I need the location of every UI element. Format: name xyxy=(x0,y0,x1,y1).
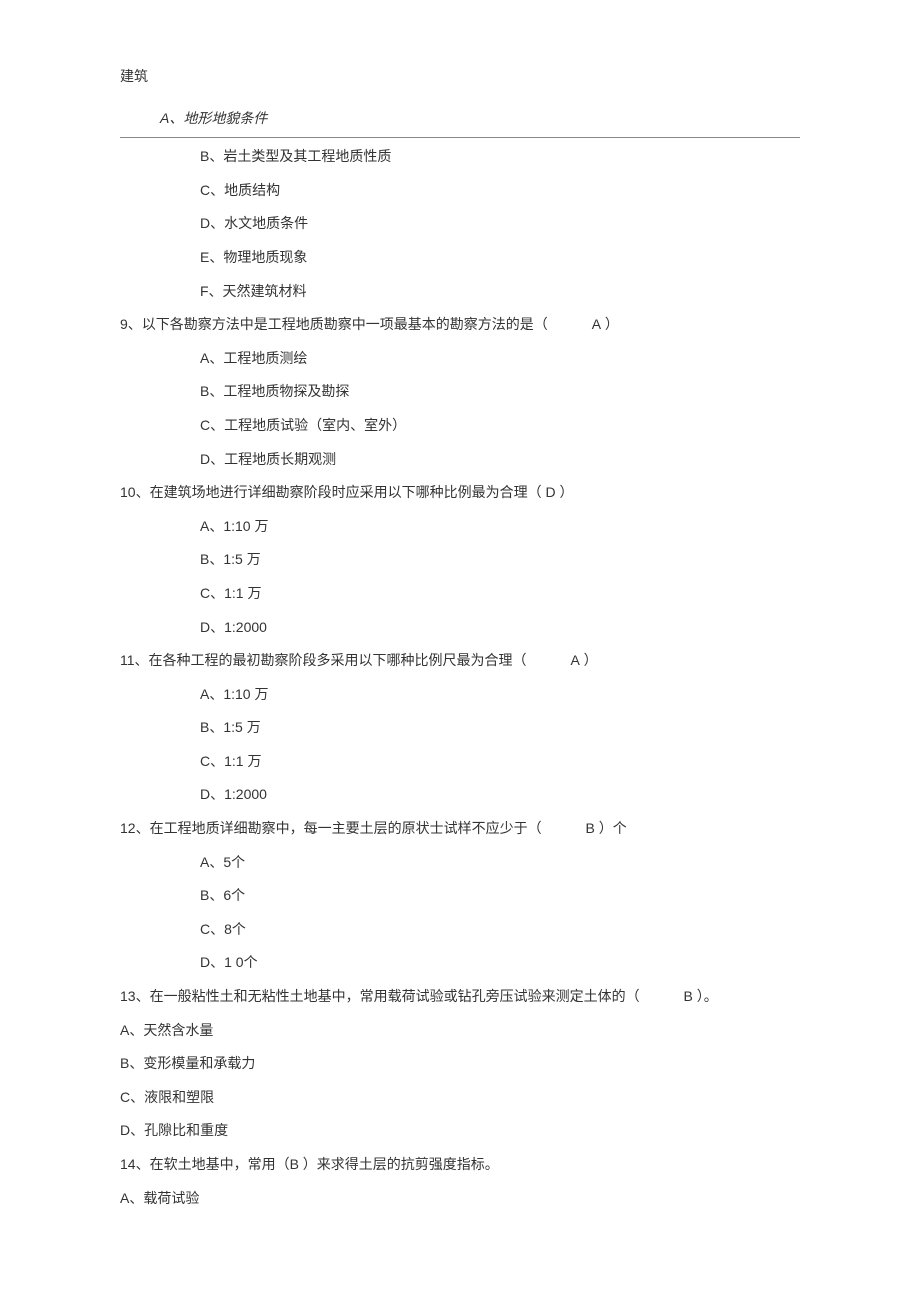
question-14: 14、在软土地基中，常用（B ）来求得土层的抗剪强度指标。 xyxy=(120,1148,800,1182)
q12-option-b: B、6个 xyxy=(120,879,800,913)
q11-answer: A xyxy=(570,652,579,668)
question-9: 9、以下各勘察方法中是工程地质勘察中一项最基本的勘察方法的是（ A ） xyxy=(120,308,800,342)
q13-answer: B xyxy=(683,988,692,1004)
q8-option-e: E、物理地质现象 xyxy=(120,241,800,275)
q9-option-d: D、工程地质长期观测 xyxy=(120,443,800,477)
q10-option-b: B、1:5 万 xyxy=(120,543,800,577)
q8-option-c: C、地质结构 xyxy=(120,174,800,208)
q12-text-after: ）个 xyxy=(599,820,627,836)
q8-option-b: B、岩土类型及其工程地质性质 xyxy=(120,140,800,174)
q9-text-before: 9、以下各勘察方法中是工程地质勘察中一项最基本的勘察方法的是（ xyxy=(120,316,548,332)
q13-option-d: D、孔隙比和重度 xyxy=(120,1114,800,1148)
q11-text-before: 11、在各种工程的最初勘察阶段多采用以下哪种比例尺最为合理（ xyxy=(120,652,527,668)
q11-text-after: ） xyxy=(584,652,598,668)
q10-option-a: A、1:10 万 xyxy=(120,510,800,544)
q13-option-a: A、天然含水量 xyxy=(120,1014,800,1048)
q12-option-c: C、8个 xyxy=(120,913,800,947)
q9-text-after: ） xyxy=(605,316,619,332)
q10-option-c: C、1:1 万 xyxy=(120,577,800,611)
q10-option-d: D、1:2000 xyxy=(120,611,800,645)
question-10: 10、在建筑场地进行详细勘察阶段时应采用以下哪种比例最为合理（ D ） xyxy=(120,476,800,510)
q8-option-a: A、地形地貌条件 xyxy=(120,102,800,136)
question-13: 13、在一般粘性土和无粘性土地基中，常用载荷试验或钻孔旁压试验来测定土体的（ B… xyxy=(120,980,800,1014)
q11-option-a: A、1:10 万 xyxy=(120,678,800,712)
q12-option-a: A、5个 xyxy=(120,846,800,880)
divider-line xyxy=(120,137,800,138)
q13-text-before: 13、在一般粘性土和无粘性土地基中，常用载荷试验或钻孔旁压试验来测定土体的（ xyxy=(120,988,640,1004)
q11-option-c: C、1:1 万 xyxy=(120,745,800,779)
q12-text-before: 12、在工程地质详细勘察中，每一主要土层的原状士试样不应少于（ xyxy=(120,820,542,836)
header-label: 建筑 xyxy=(120,60,800,94)
q9-option-a: A、工程地质测绘 xyxy=(120,342,800,376)
q11-option-d: D、1:2000 xyxy=(120,778,800,812)
q12-answer: B xyxy=(585,820,594,836)
q14-option-a: A、载荷试验 xyxy=(120,1182,800,1216)
q13-text-after: ）。 xyxy=(697,988,718,1004)
q9-answer: A xyxy=(592,316,601,332)
q13-option-b: B、变形模量和承载力 xyxy=(120,1047,800,1081)
q9-option-c: C、工程地质试验（室内、室外） xyxy=(120,409,800,443)
q8-option-d: D、水文地质条件 xyxy=(120,207,800,241)
q13-option-c: C、液限和塑限 xyxy=(120,1081,800,1115)
q12-option-d: D、1 0个 xyxy=(120,946,800,980)
q8-option-f: F、天然建筑材料 xyxy=(120,275,800,309)
q11-option-b: B、1:5 万 xyxy=(120,711,800,745)
question-12: 12、在工程地质详细勘察中，每一主要土层的原状士试样不应少于（ B ）个 xyxy=(120,812,800,846)
question-11: 11、在各种工程的最初勘察阶段多采用以下哪种比例尺最为合理（ A ） xyxy=(120,644,800,678)
q9-option-b: B、工程地质物探及勘探 xyxy=(120,375,800,409)
